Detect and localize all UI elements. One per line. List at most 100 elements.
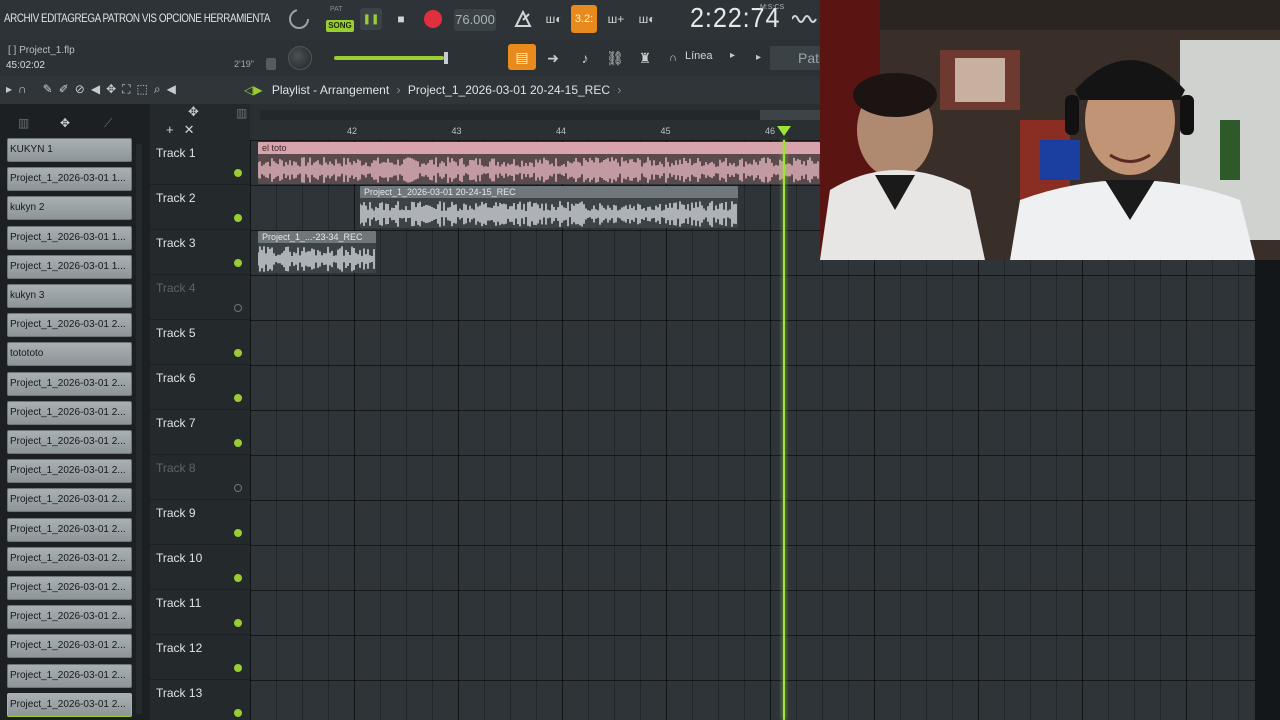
stop-button[interactable]: ■: [390, 8, 412, 30]
track-header[interactable]: Track 11: [150, 590, 250, 635]
wait-input-icon[interactable]: ш◐: [540, 8, 568, 30]
browser-clip-item[interactable]: Project_1_2026-03-01 1...: [7, 254, 132, 279]
track-mute-led[interactable]: [234, 574, 242, 582]
track-mute-led[interactable]: [234, 169, 242, 177]
slip-tool-icon[interactable]: ◀: [91, 82, 100, 97]
browser-clip-item[interactable]: Project_1_2026-03-01 2...: [7, 313, 132, 338]
slice-tool-icon[interactable]: ✥: [106, 82, 116, 97]
track-name[interactable]: Track 10: [156, 551, 202, 565]
resize-icon[interactable]: ✥: [188, 104, 199, 120]
master-volume-handle[interactable]: [444, 52, 448, 64]
track-name[interactable]: Track 4: [156, 281, 196, 295]
track-name[interactable]: Track 5: [156, 326, 196, 340]
browser-clip-item[interactable]: Project_1_2026-03-01 2...: [7, 517, 132, 542]
track-name[interactable]: Track 1: [156, 146, 196, 160]
pause-button[interactable]: ❚❚: [360, 8, 382, 30]
track-mute-led[interactable]: [234, 349, 242, 357]
tempo-display[interactable]: 76.000: [454, 9, 496, 31]
browser-scrollbar[interactable]: [136, 144, 142, 714]
browser-clip-item[interactable]: Project_1_2026-03-01 2...: [7, 576, 132, 600]
browser-clip-item[interactable]: kukyn 3: [7, 284, 132, 308]
track-mute-led[interactable]: [234, 709, 242, 717]
browser-clip-item[interactable]: Project_1_2026-03-01 2...: [7, 430, 132, 454]
master-pitch-knob[interactable]: [288, 46, 312, 70]
browser-clip-item[interactable]: Project_1_2026-03-01 2...: [7, 546, 132, 571]
track-header[interactable]: Track 1: [150, 140, 250, 185]
browser-clip-item[interactable]: kukyn 2: [7, 196, 132, 221]
master-volume-slider[interactable]: [334, 56, 444, 60]
track-mute-led[interactable]: [234, 214, 242, 222]
track-name[interactable]: Track 8: [156, 461, 196, 475]
track-header[interactable]: Track 3: [150, 230, 250, 275]
audio-clip-rec-2[interactable]: Project_1_...-23-34_REC: [258, 231, 376, 273]
playlist-view-button[interactable]: ▤: [508, 44, 536, 70]
track-name[interactable]: Track 6: [156, 371, 196, 385]
track-name[interactable]: Track 12: [156, 641, 202, 655]
playhead[interactable]: [783, 140, 785, 720]
overview-scroll-thumb[interactable]: [760, 110, 820, 120]
remove-track-icon[interactable]: ✕: [184, 122, 195, 138]
link-icon[interactable]: ⛓: [604, 48, 626, 68]
track-mute-led[interactable]: [234, 304, 242, 312]
track-mute-led[interactable]: [234, 619, 242, 627]
pencil-icon[interactable]: ✎: [43, 82, 53, 97]
menu-bar[interactable]: ARCHIV EDITAGREGA PATRON VIS OPCIONE HER…: [4, 11, 270, 25]
audio-clip-rec[interactable]: Project_1_2026-03-01 20-24-15_REC: [360, 186, 738, 228]
brush-icon[interactable]: ✐: [59, 82, 69, 97]
mixer-icon[interactable]: ♜: [634, 48, 656, 68]
overview-strip[interactable]: [260, 110, 820, 120]
plugin-icon[interactable]: ♪: [574, 48, 596, 68]
snap-selector[interactable]: Línea: [685, 50, 713, 62]
track-mute-led[interactable]: [234, 394, 242, 402]
track-header[interactable]: Track 8: [150, 455, 250, 500]
track-mute-led[interactable]: [234, 259, 242, 267]
track-header[interactable]: Track 13: [150, 680, 250, 720]
track-mute-led[interactable]: [234, 439, 242, 447]
arrow-right-icon[interactable]: ➜: [542, 48, 564, 68]
speaker-icon[interactable]: ◀: [167, 82, 176, 97]
move-icon[interactable]: ✥: [60, 116, 70, 130]
picker-icon[interactable]: ▥: [236, 106, 247, 120]
loop-record-icon[interactable]: ш◐: [636, 8, 658, 30]
track-header[interactable]: Track 10: [150, 545, 250, 590]
mute-tool-icon[interactable]: ⊘: [75, 82, 85, 97]
magnet-snap-icon[interactable]: ∩: [18, 82, 27, 97]
browser-clip-item[interactable]: Project_1_2026-03-01 1...: [7, 225, 132, 250]
track-name[interactable]: Track 11: [156, 596, 201, 610]
browser-clip-item[interactable]: Project_1_2026-03-01 2...: [7, 663, 132, 688]
step-edit-icon[interactable]: ш+: [604, 8, 628, 30]
browser-clip-item[interactable]: Project_1_2026-03-01 2...: [7, 459, 132, 484]
snap-arrow-icon[interactable]: ▸: [730, 50, 735, 61]
track-mute-led[interactable]: [234, 484, 242, 492]
track-name[interactable]: Track 7: [156, 416, 196, 430]
current-pattern[interactable]: Project_1_2026-03-01 20-24-15_REC: [408, 83, 610, 97]
track-mute-led[interactable]: [234, 664, 242, 672]
blend-notes-button[interactable]: 3.2:: [571, 5, 597, 33]
browser-clip-item[interactable]: Project_1_2026-03-01 2...: [7, 692, 132, 717]
audio-clip-el-toto[interactable]: el toto: [258, 142, 820, 184]
wand-icon[interactable]: ⟋: [104, 116, 112, 131]
track-header[interactable]: Track 5: [150, 320, 250, 365]
track-header[interactable]: Track 4: [150, 275, 250, 320]
pattern-selector[interactable]: ▸ Patr: [756, 46, 824, 70]
track-mute-led[interactable]: [234, 529, 242, 537]
browser-clip-item[interactable]: Project_1_2026-03-01 2...: [7, 488, 132, 513]
track-name[interactable]: Track 2: [156, 191, 196, 205]
select-box-icon[interactable]: ⬚: [137, 82, 148, 97]
timeline-ruler[interactable]: 42 43 44 45 46: [250, 104, 820, 140]
playhead-marker[interactable]: [777, 126, 791, 136]
add-track-icon[interactable]: +: [166, 122, 174, 138]
menu-arrow-icon[interactable]: ▸: [6, 82, 12, 97]
track-name[interactable]: Track 13: [156, 686, 202, 700]
browser-clip-item[interactable]: Project_1_2026-03-01 2...: [7, 371, 132, 396]
browser-clip-item[interactable]: totototo: [7, 342, 132, 367]
track-header[interactable]: Track 6: [150, 365, 250, 410]
select-tool-icon[interactable]: ⛶: [122, 82, 130, 97]
track-name[interactable]: Track 9: [156, 506, 196, 520]
browser-clip-item[interactable]: Project_1_2026-03-01 2...: [7, 634, 132, 659]
grid-icon[interactable]: ▥: [18, 116, 29, 130]
track-header[interactable]: Track 7: [150, 410, 250, 455]
zoom-icon[interactable]: ⌕: [154, 82, 161, 97]
track-header[interactable]: Track 9: [150, 500, 250, 545]
metronome-icon[interactable]: [512, 8, 534, 30]
